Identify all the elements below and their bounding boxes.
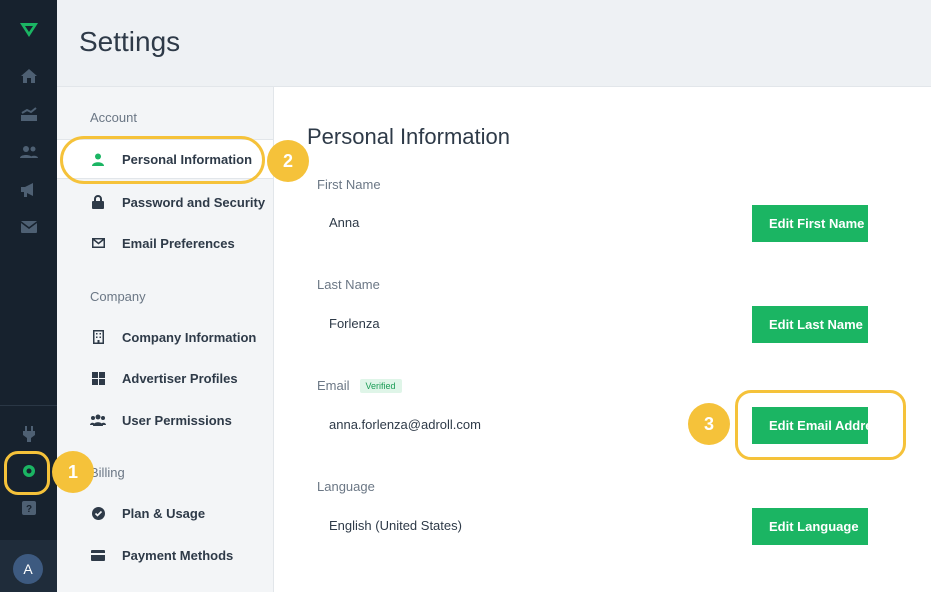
nav-item-password-and-security[interactable]: Password and Security [57, 182, 273, 222]
section-label-billing: Billing [90, 465, 125, 480]
app-rail: ? A [0, 0, 57, 592]
language-label: Language [317, 479, 375, 494]
nav-item-label: Company Information [122, 329, 257, 345]
last-name-value: Forlenza [329, 316, 380, 331]
integrations-icon[interactable] [0, 420, 57, 448]
section-label-account: Account [90, 110, 137, 125]
logo-icon[interactable] [0, 16, 57, 44]
nav-item-plan-and-usage[interactable]: Plan & Usage [57, 493, 273, 533]
language-value: English (United States) [329, 518, 462, 533]
edit-last-name-button[interactable]: Edit Last Name [752, 306, 868, 343]
edit-first-name-button[interactable]: Edit First Name [752, 205, 868, 242]
check-badge-icon [90, 505, 106, 521]
first-name-label: First Name [317, 177, 381, 192]
nav-item-label: Plan & Usage [122, 505, 206, 521]
email-value: anna.forlenza@adroll.com [329, 417, 481, 432]
page-header: Settings [57, 0, 931, 87]
first-name-value: Anna [329, 215, 360, 230]
campaigns-icon[interactable] [0, 176, 57, 204]
nav-item-label: User Permissions [122, 412, 232, 428]
settings-nav: Account Personal Information Password an… [57, 87, 274, 592]
nav-item-advertiser-profiles[interactable]: Advertiser Profiles [57, 358, 273, 398]
email-icon[interactable] [0, 213, 57, 241]
rail-divider [0, 405, 57, 406]
user-icon [90, 151, 106, 167]
personal-information-panel: Personal Information First Name Anna Edi… [274, 87, 931, 592]
building-icon [90, 329, 106, 345]
section-label-company: Company [90, 289, 146, 304]
nav-item-label: Email Preferences [122, 235, 235, 251]
callout-1: 1 [52, 451, 94, 493]
nav-item-email-preferences[interactable]: Email Preferences [57, 223, 273, 263]
nav-item-company-information[interactable]: Company Information [57, 317, 273, 357]
analytics-icon[interactable] [0, 100, 57, 128]
envelope-icon [90, 235, 106, 251]
edit-language-button[interactable]: Edit Language [752, 508, 868, 545]
callout-2: 2 [267, 140, 309, 182]
nav-item-personal-information[interactable]: Personal Information [57, 139, 273, 179]
verified-badge: Verified [359, 379, 402, 393]
grid-icon [90, 370, 106, 386]
email-label-row: Email Verified [317, 378, 402, 393]
nav-item-label: Password and Security [122, 194, 266, 210]
credit-card-icon [90, 547, 106, 563]
users-icon [90, 412, 106, 428]
nav-item-label: Payment Methods [122, 547, 234, 563]
svg-text:?: ? [25, 504, 31, 515]
page-title: Settings [79, 26, 181, 57]
avatar[interactable]: A [13, 554, 43, 584]
help-icon[interactable]: ? [0, 495, 57, 523]
home-icon[interactable] [0, 62, 57, 90]
nav-item-user-permissions[interactable]: User Permissions [57, 400, 273, 440]
edit-email-address-button[interactable]: Edit Email Address [752, 407, 868, 444]
nav-item-label: Personal Information [122, 151, 253, 167]
callout-3: 3 [688, 403, 730, 445]
lock-icon [90, 194, 106, 210]
last-name-label: Last Name [317, 277, 380, 292]
email-label: Email [317, 378, 350, 393]
settings-icon[interactable] [0, 457, 57, 485]
nav-item-payment-methods[interactable]: Payment Methods [57, 535, 273, 575]
nav-item-label: Advertiser Profiles [122, 370, 238, 386]
audiences-icon[interactable] [0, 138, 57, 166]
section-title: Personal Information [307, 124, 510, 149]
